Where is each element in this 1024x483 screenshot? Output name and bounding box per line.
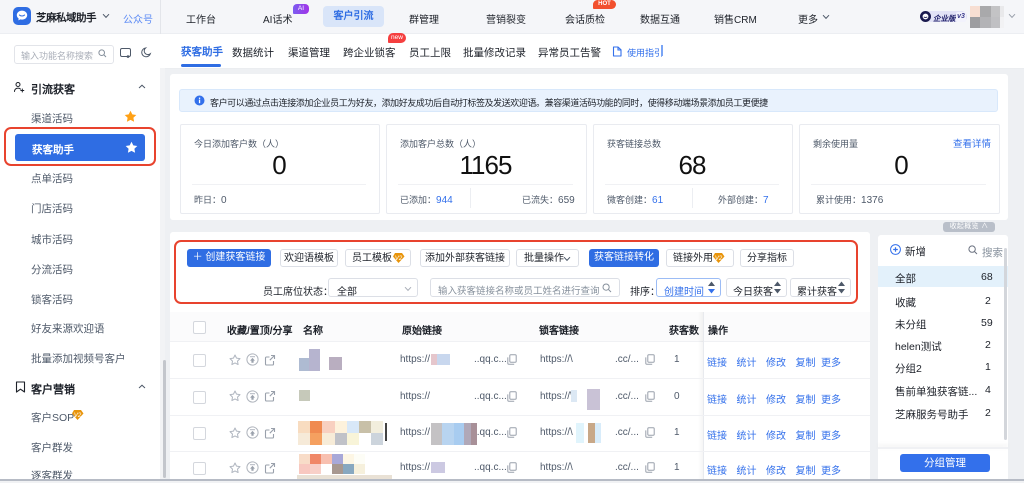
- svg-text:V2: V2: [395, 256, 403, 262]
- svg-text:V2: V2: [715, 256, 723, 262]
- svg-text:V2: V2: [74, 413, 82, 419]
